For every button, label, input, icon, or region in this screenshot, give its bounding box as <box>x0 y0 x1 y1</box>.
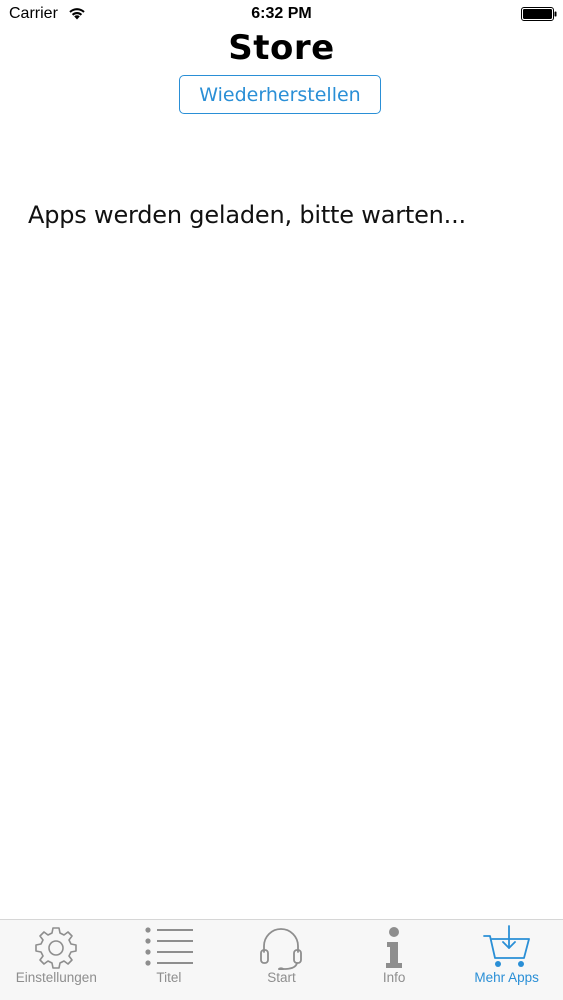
tab-titel[interactable]: Titel <box>113 920 226 1000</box>
tab-einstellungen[interactable]: Einstellungen <box>0 920 113 1000</box>
gear-icon <box>35 927 78 969</box>
tab-label: Info <box>382 970 406 985</box>
tab-label: Titel <box>156 970 182 985</box>
tab-start[interactable]: Start <box>225 920 338 1000</box>
tab-bar: Einstellungen Titel Start Info Mehr Apps <box>0 919 563 1000</box>
battery-icon <box>521 7 557 21</box>
tab-label: Mehr Apps <box>474 970 539 985</box>
tab-mehr-apps[interactable]: Mehr Apps <box>450 920 563 1000</box>
loading-message: Apps werden geladen, bitte warten... <box>28 201 466 229</box>
list-icon <box>145 927 193 966</box>
tab-label: Start <box>267 970 296 985</box>
cart-download-icon <box>482 925 530 967</box>
status-bar: Carrier 6:32 PM <box>0 0 563 30</box>
info-icon <box>386 927 403 968</box>
tab-info[interactable]: Info <box>338 920 451 1000</box>
headset-icon <box>260 928 303 970</box>
page-title: Store <box>228 28 335 68</box>
tab-label: Einstellungen <box>15 970 97 985</box>
status-time: 6:32 PM <box>251 5 312 22</box>
restore-purchases-button[interactable]: Wiederherstellen <box>179 75 381 114</box>
